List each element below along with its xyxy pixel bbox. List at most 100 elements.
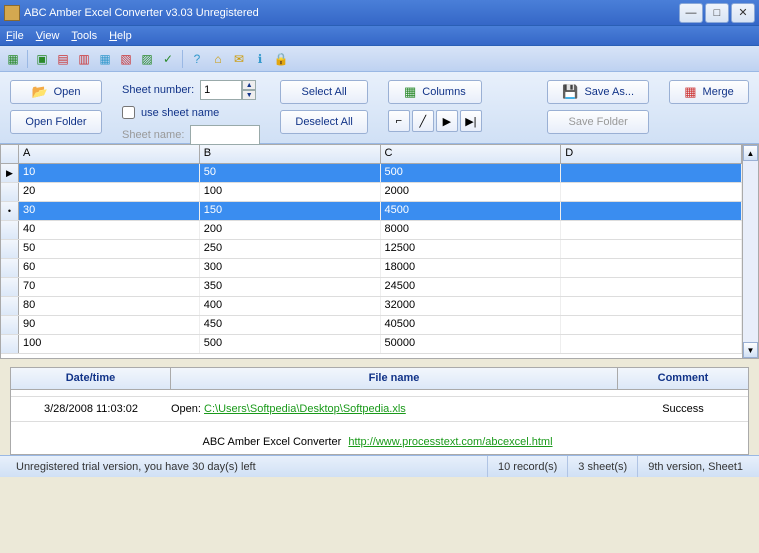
- cell-c[interactable]: 8000: [381, 221, 562, 239]
- deselect-all-button[interactable]: Deselect All: [280, 110, 367, 134]
- cell-d[interactable]: [561, 278, 742, 296]
- home-icon[interactable]: ⌂: [209, 50, 227, 68]
- row-header[interactable]: ▶: [1, 164, 19, 182]
- cell-b[interactable]: 150: [200, 202, 381, 220]
- mail-icon[interactable]: ✉: [230, 50, 248, 68]
- table-row[interactable]: 402008000: [1, 221, 742, 240]
- table-row[interactable]: 10050050000: [1, 335, 742, 354]
- export-csv-icon[interactable]: ▣: [33, 50, 51, 68]
- cell-d[interactable]: [561, 240, 742, 258]
- cell-a[interactable]: 10: [19, 164, 200, 182]
- cell-b[interactable]: 500: [200, 335, 381, 353]
- scroll-track[interactable]: [743, 161, 758, 342]
- column-header-a[interactable]: A: [19, 145, 200, 163]
- cell-c[interactable]: 50000: [381, 335, 562, 353]
- excel-icon[interactable]: ▦: [4, 50, 22, 68]
- table-row[interactable]: 6030018000: [1, 259, 742, 278]
- minimize-button[interactable]: —: [679, 3, 703, 23]
- cell-d[interactable]: [561, 183, 742, 201]
- cell-a[interactable]: 60: [19, 259, 200, 277]
- save-as-button[interactable]: 💾Save As...: [547, 80, 649, 104]
- menu-tools[interactable]: Tools: [71, 30, 97, 42]
- cell-d[interactable]: [561, 297, 742, 315]
- cell-b[interactable]: 450: [200, 316, 381, 334]
- table-row[interactable]: •301504500: [1, 202, 742, 221]
- cell-c[interactable]: 40500: [381, 316, 562, 334]
- cell-b[interactable]: 100: [200, 183, 381, 201]
- lock-icon[interactable]: 🔒: [272, 50, 290, 68]
- row-header[interactable]: [1, 183, 19, 201]
- cell-c[interactable]: 32000: [381, 297, 562, 315]
- save-folder-button[interactable]: Save Folder: [547, 110, 649, 134]
- menu-file[interactable]: File: [6, 30, 24, 42]
- vertical-scrollbar[interactable]: ▲ ▼: [742, 145, 758, 358]
- open-folder-button[interactable]: Open Folder: [10, 110, 102, 134]
- spinner-up[interactable]: ▲: [242, 80, 256, 90]
- log-file-link[interactable]: C:\Users\Softpedia\Desktop\Softpedia.xls: [204, 403, 406, 415]
- row-header[interactable]: [1, 259, 19, 277]
- log-header-date[interactable]: Date/time: [11, 368, 171, 389]
- spellcheck-icon[interactable]: ✓: [159, 50, 177, 68]
- row-header[interactable]: [1, 297, 19, 315]
- cell-b[interactable]: 400: [200, 297, 381, 315]
- cell-a[interactable]: 70: [19, 278, 200, 296]
- table-row[interactable]: 7035024500: [1, 278, 742, 297]
- cell-b[interactable]: 350: [200, 278, 381, 296]
- scroll-up-button[interactable]: ▲: [743, 145, 758, 161]
- nav-prev-button[interactable]: ╱: [412, 110, 434, 132]
- cell-a[interactable]: 20: [19, 183, 200, 201]
- column-header-b[interactable]: B: [200, 145, 381, 163]
- log-header-comment[interactable]: Comment: [618, 368, 748, 389]
- use-sheet-name-checkbox[interactable]: [122, 106, 135, 119]
- row-header[interactable]: [1, 316, 19, 334]
- menu-view[interactable]: View: [36, 30, 60, 42]
- sheet-number-spinner[interactable]: ▲▼: [200, 80, 256, 100]
- cell-c[interactable]: 18000: [381, 259, 562, 277]
- cell-b[interactable]: 300: [200, 259, 381, 277]
- cell-c[interactable]: 12500: [381, 240, 562, 258]
- cell-b[interactable]: 200: [200, 221, 381, 239]
- export-doc-icon[interactable]: ▨: [138, 50, 156, 68]
- nav-first-button[interactable]: ⌐: [388, 110, 410, 132]
- product-url-link[interactable]: http://www.processtext.com/abcexcel.html: [348, 436, 552, 448]
- cell-b[interactable]: 50: [200, 164, 381, 182]
- cell-a[interactable]: 30: [19, 202, 200, 220]
- grid-corner[interactable]: [1, 145, 19, 163]
- cell-d[interactable]: [561, 335, 742, 353]
- merge-button[interactable]: ▦Merge: [669, 80, 749, 104]
- sheet-name-input[interactable]: [190, 125, 260, 145]
- spinner-down[interactable]: ▼: [242, 90, 256, 100]
- cell-a[interactable]: 80: [19, 297, 200, 315]
- table-row[interactable]: 5025012500: [1, 240, 742, 259]
- cell-c[interactable]: 500: [381, 164, 562, 182]
- export-html-icon[interactable]: ▥: [75, 50, 93, 68]
- cell-a[interactable]: 50: [19, 240, 200, 258]
- cell-a[interactable]: 40: [19, 221, 200, 239]
- maximize-button[interactable]: □: [705, 3, 729, 23]
- help-icon[interactable]: ?: [188, 50, 206, 68]
- cell-d[interactable]: [561, 202, 742, 220]
- cell-a[interactable]: 100: [19, 335, 200, 353]
- cell-d[interactable]: [561, 259, 742, 277]
- export-chm-icon[interactable]: ▦: [96, 50, 114, 68]
- columns-button[interactable]: ▦Columns: [388, 80, 482, 104]
- cell-a[interactable]: 90: [19, 316, 200, 334]
- cell-d[interactable]: [561, 316, 742, 334]
- row-header[interactable]: •: [1, 202, 19, 220]
- log-header-file[interactable]: File name: [171, 368, 618, 389]
- column-header-d[interactable]: D: [561, 145, 742, 163]
- info-icon[interactable]: ℹ: [251, 50, 269, 68]
- export-pdf-icon[interactable]: ▤: [54, 50, 72, 68]
- table-row[interactable]: 9045040500: [1, 316, 742, 335]
- select-all-button[interactable]: Select All: [280, 80, 367, 104]
- row-header[interactable]: [1, 335, 19, 353]
- cell-c[interactable]: 2000: [381, 183, 562, 201]
- nav-last-button[interactable]: ▶|: [460, 110, 482, 132]
- export-rtf-icon[interactable]: ▧: [117, 50, 135, 68]
- cell-d[interactable]: [561, 164, 742, 182]
- scroll-down-button[interactable]: ▼: [743, 342, 758, 358]
- table-row[interactable]: ▶1050500: [1, 164, 742, 183]
- row-header[interactable]: [1, 240, 19, 258]
- column-header-c[interactable]: C: [381, 145, 562, 163]
- cell-b[interactable]: 250: [200, 240, 381, 258]
